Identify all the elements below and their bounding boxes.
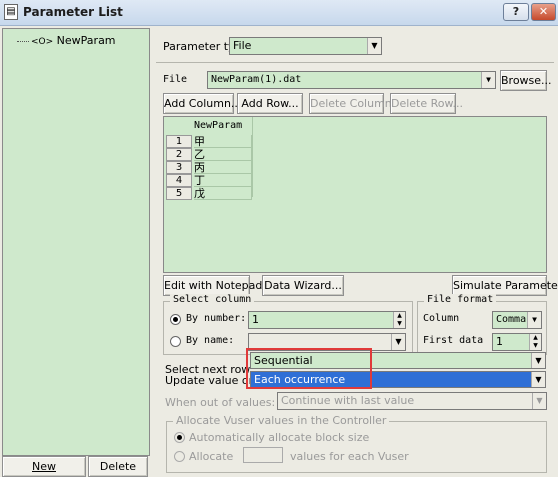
auto-allocate-radio[interactable]	[174, 432, 185, 443]
browse-button[interactable]: Browse...	[500, 70, 552, 91]
select-column-title: Select column	[170, 294, 255, 305]
by-number-input[interactable]: 1 ▲ ▼	[248, 311, 406, 329]
values-for-each-vuser-label: values for each Vuser	[290, 450, 409, 463]
table-cell[interactable]: 丁	[194, 174, 252, 187]
by-name-label: By name:	[186, 335, 235, 346]
parameter-icon: <O>	[31, 37, 54, 47]
data-grid[interactable]: NewParam 1 甲 2 乙 3 丙 4 丁 5 戊	[163, 116, 547, 273]
allocate-title: Allocate Vuser values in the Controller	[173, 414, 390, 427]
column-divider	[252, 117, 253, 197]
simulate-parameter-button[interactable]: Simulate Parameter...	[452, 275, 558, 296]
when-out-of-values-label: When out of values:	[165, 396, 276, 409]
chevron-down-icon: ▼	[531, 353, 545, 368]
chevron-down-icon: ▼	[481, 72, 495, 88]
tree-item-label: NewParam	[56, 34, 116, 47]
manual-allocate-radio[interactable]	[174, 451, 185, 462]
column-format-label: Column	[423, 313, 460, 324]
table-cell[interactable]: 甲	[194, 135, 252, 148]
divider	[156, 62, 554, 63]
window-title: Parameter List	[23, 5, 123, 19]
title-bar: ▤ Parameter List ? ✕	[0, 0, 558, 26]
add-column-button[interactable]: Add Column...	[163, 93, 241, 114]
select-column-group: Select column By number: 1 ▲ ▼ By name: ▼	[163, 294, 413, 355]
spinner-icon[interactable]: ▲ ▼	[393, 312, 405, 328]
spinner-icon[interactable]: ▲ ▼	[529, 334, 541, 350]
file-label: File	[163, 74, 188, 85]
data-wizard-button[interactable]: Data Wizard...	[262, 275, 344, 296]
allocate-group: Allocate Vuser values in the Controller …	[166, 414, 547, 473]
add-row-button[interactable]: Add Row...	[237, 93, 303, 114]
row-number[interactable]: 3	[166, 161, 192, 174]
when-out-of-values-select[interactable]: Continue with last value ▼	[277, 392, 547, 410]
tree-item-newparam[interactable]: <O> NewParam	[17, 34, 116, 47]
document-icon: ▤	[4, 4, 18, 20]
row-number[interactable]: 2	[166, 148, 192, 161]
file-format-title: File format	[424, 294, 497, 305]
tree-connector	[17, 40, 29, 42]
chevron-down-icon: ▼	[367, 38, 381, 54]
column-header: NewParam	[194, 120, 243, 131]
parameter-type-select[interactable]: File ▼	[229, 37, 382, 55]
auto-allocate-label: Automatically allocate block size	[189, 431, 370, 444]
by-name-radio[interactable]	[170, 336, 181, 347]
column-format-select[interactable]: Comma ▼	[492, 311, 542, 329]
chevron-down-icon: ▼	[532, 393, 546, 409]
block-size-input[interactable]	[243, 447, 283, 463]
edit-with-notepad-button[interactable]: Edit with Notepad...	[163, 275, 273, 296]
file-format-group: File format Column Comma ▼ First data 1 …	[417, 294, 547, 355]
row-number[interactable]: 1	[166, 135, 192, 148]
parameter-tree[interactable]: <O> NewParam	[2, 28, 150, 456]
first-data-input[interactable]: 1 ▲ ▼	[492, 333, 542, 351]
table-cell[interactable]: 戊	[194, 187, 252, 200]
close-button[interactable]: ✕	[531, 3, 556, 21]
highlight-box	[246, 348, 372, 389]
help-button[interactable]: ?	[503, 3, 529, 21]
table-cell[interactable]: 乙	[194, 148, 252, 161]
chevron-down-icon: ▼	[391, 334, 405, 350]
manual-allocate-label: Allocate	[189, 450, 234, 463]
by-number-label: By number:	[186, 313, 247, 324]
chevron-down-icon: ▼	[531, 372, 545, 387]
row-number[interactable]: 5	[166, 187, 192, 200]
row-number[interactable]: 4	[166, 174, 192, 187]
file-select[interactable]: NewParam(1).dat ▼	[207, 71, 496, 89]
delete-column-button[interactable]: Delete Column...	[309, 93, 402, 114]
delete-row-button[interactable]: Delete Row...	[390, 93, 463, 114]
table-cell[interactable]: 丙	[194, 161, 252, 174]
chevron-down-icon: ▼	[527, 312, 541, 328]
first-data-label: First data	[423, 335, 484, 346]
by-number-radio[interactable]	[170, 314, 181, 325]
